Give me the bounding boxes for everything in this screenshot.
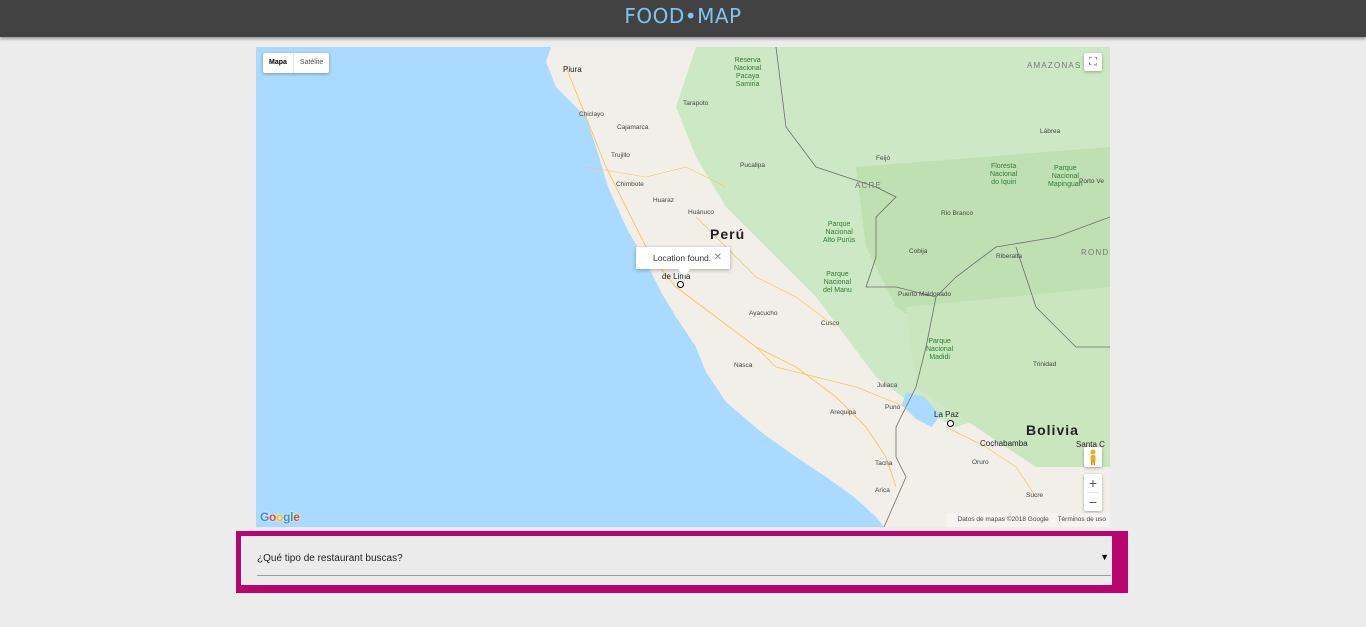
park-label-pacaya-samiria: Reserva Nacional Pacaya Samiria — [734, 57, 762, 88]
city-label-riberalta: Riberalta — [996, 253, 1023, 260]
dropdown-arrow-icon: ▼ — [1100, 552, 1109, 562]
restaurant-filter-panel: ¿Qué tipo de restaurant buscas? ▼ — [236, 531, 1128, 593]
city-label-ayacucho: Ayacucho — [749, 310, 778, 317]
zoom-in-button[interactable]: + — [1084, 474, 1102, 492]
region-label-amazonas: AMAZONAS — [1027, 61, 1082, 70]
country-label-peru: Perú — [710, 226, 746, 242]
app-brand-title: FOOD•MAP — [624, 4, 742, 28]
city-label-nasca: Nasca — [734, 362, 753, 369]
city-label-sucre: Sucre — [1026, 492, 1043, 499]
city-label-juliaca: Juliaca — [877, 382, 898, 389]
city-label-feijo: Feijó — [876, 155, 891, 162]
park-label-iquiri: Floresta Nacional do Iquiri — [990, 163, 1018, 186]
map-terrain — [256, 47, 1110, 527]
restaurant-type-placeholder: ¿Qué tipo de restaurant buscas? — [257, 553, 403, 564]
la-paz-marker — [947, 420, 954, 427]
google-logo[interactable]: Google — [260, 510, 300, 524]
top-app-bar: FOOD•MAP — [0, 0, 1366, 37]
city-label-oruro: Oruro — [972, 459, 989, 466]
google-map[interactable]: Perú Bolivia AMAZONAS ACRE ROND Piura Ch… — [256, 47, 1110, 527]
city-label-huaraz: Huaraz — [653, 197, 674, 204]
city-label-arequipa: Arequipa — [830, 409, 857, 416]
city-label-puno: Puno — [885, 404, 901, 411]
city-label-cusco: Cusco — [821, 320, 840, 327]
park-label-manu: Parque Nacional del Manu — [823, 271, 852, 294]
fullscreen-icon: ⛶ — [1089, 56, 1097, 68]
city-label-huanuco: Huánuco — [688, 209, 715, 216]
region-label-acre: ACRE — [855, 181, 883, 190]
location-info-window: Location found. ✕ — [636, 247, 730, 276]
info-window-close-icon[interactable]: ✕ — [714, 247, 722, 269]
city-label-piura: Piura — [563, 65, 582, 74]
lima-marker — [677, 281, 684, 288]
city-label-rio-branco: Rio Branco — [941, 210, 974, 217]
map-type-control: Mapa Satélite — [263, 53, 330, 73]
region-label-rond: ROND — [1081, 248, 1110, 257]
terms-of-use-link[interactable]: Términos de uso — [1058, 516, 1106, 523]
city-label-arica: Arica — [875, 487, 890, 494]
map-data-attribution: Datos de mapas ©2018 Google — [957, 516, 1049, 523]
city-label-cochabamba: Cochabamba — [980, 439, 1028, 448]
city-label-tarapoto: Tarapoto — [683, 100, 709, 107]
filter-panel-inner: ¿Qué tipo de restaurant buscas? ▼ — [241, 536, 1112, 585]
park-label-mapinguari: Parque Nacional Mapinguari — [1048, 165, 1083, 188]
zoom-out-button[interactable]: − — [1084, 493, 1102, 511]
street-view-pegman-button[interactable] — [1084, 447, 1102, 467]
fullscreen-button[interactable]: ⛶ — [1084, 53, 1102, 71]
park-label-madidi: Parque Nacional Madidi — [926, 338, 954, 361]
info-window-text: Location found. — [653, 253, 712, 263]
city-label-puerto-maldonado: Puerto Maldonado — [898, 291, 952, 298]
city-label-chimbote: Chimbote — [616, 181, 644, 188]
park-label-alto-purus: Parque Nacional Alto Purús — [823, 221, 856, 244]
city-label-tacna: Tacna — [875, 460, 893, 467]
zoom-control: + − — [1084, 474, 1102, 511]
pegman-icon — [1090, 449, 1096, 465]
city-label-la-paz: La Paz — [934, 410, 959, 419]
city-label-pucallpa: Pucallpa — [740, 162, 765, 169]
city-label-trujillo: Trujillo — [611, 152, 630, 159]
city-label-cajamarca: Cajamarca — [617, 124, 649, 131]
city-label-chiclayo: Chiclayo — [579, 111, 604, 118]
restaurant-type-select[interactable]: ¿Qué tipo de restaurant buscas? ▼ — [257, 542, 1111, 576]
map-type-map-button[interactable]: Mapa — [263, 53, 294, 73]
city-label-labrea: Lábrea — [1040, 128, 1061, 135]
map-attribution: Datos de mapas ©2018 Google Términos de … — [946, 513, 1110, 527]
country-label-bolivia: Bolivia — [1026, 422, 1079, 438]
city-label-trinidad: Trinidad — [1033, 361, 1057, 368]
map-type-satellite-button[interactable]: Satélite — [294, 53, 329, 73]
city-label-cobija: Cobija — [909, 248, 928, 255]
